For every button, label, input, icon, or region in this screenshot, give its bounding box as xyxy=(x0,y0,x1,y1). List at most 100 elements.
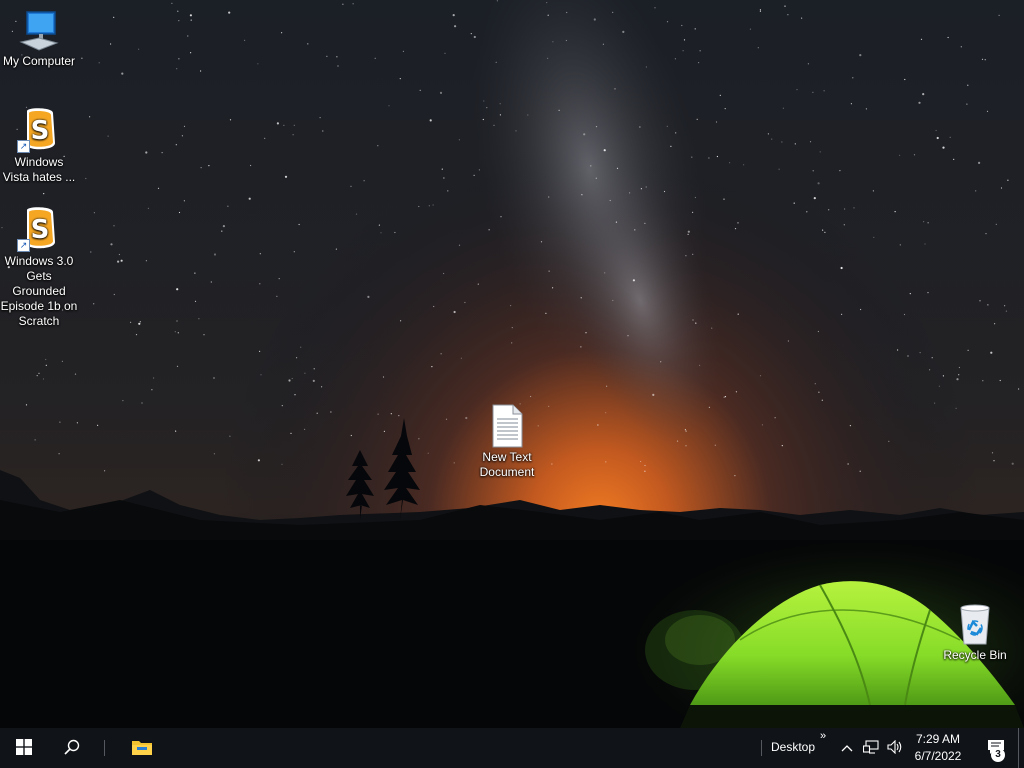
star xyxy=(447,190,449,192)
start-button[interactable] xyxy=(0,728,48,768)
star xyxy=(454,25,457,28)
star xyxy=(639,126,641,128)
recycle-bin-icon xyxy=(955,602,995,646)
desktop-icon-my-computer[interactable]: My Computer xyxy=(0,10,78,69)
star xyxy=(400,320,402,322)
star xyxy=(34,439,36,441)
star xyxy=(200,167,202,169)
show-hidden-icons-button[interactable] xyxy=(838,728,856,768)
star xyxy=(605,412,607,414)
star xyxy=(552,41,554,43)
notification-count-badge: 3 xyxy=(991,748,1005,762)
star xyxy=(935,129,937,132)
star xyxy=(894,211,896,213)
star xyxy=(443,177,445,179)
star xyxy=(920,38,923,40)
star xyxy=(495,61,497,63)
star xyxy=(547,57,549,59)
star xyxy=(602,43,605,45)
star xyxy=(841,313,843,315)
star xyxy=(644,470,646,472)
star xyxy=(1007,179,1009,181)
star xyxy=(483,100,485,102)
desktop-toolbar-label[interactable]: Desktop xyxy=(771,740,815,754)
star xyxy=(814,383,816,385)
star xyxy=(380,232,382,234)
star xyxy=(259,350,261,352)
star xyxy=(473,174,475,176)
star xyxy=(352,3,354,5)
star xyxy=(729,162,731,164)
desktop-icon-new-text-document[interactable]: New Text Document xyxy=(468,404,546,480)
star xyxy=(821,399,823,401)
star xyxy=(743,164,745,166)
taskbar-clock[interactable]: 7:29 AM 6/7/2022 xyxy=(904,731,972,765)
star xyxy=(460,357,462,359)
star xyxy=(998,14,1000,16)
star xyxy=(203,334,205,336)
star xyxy=(714,444,716,446)
star xyxy=(818,391,820,393)
star xyxy=(865,108,868,110)
star xyxy=(330,411,332,413)
star xyxy=(759,9,762,11)
star xyxy=(259,283,261,285)
star xyxy=(660,361,662,363)
star xyxy=(919,352,921,354)
star xyxy=(681,24,683,27)
desktop-icon-recycle-bin[interactable]: Recycle Bin xyxy=(936,602,1014,663)
star xyxy=(394,231,396,234)
star xyxy=(477,283,479,285)
star xyxy=(298,223,300,226)
star xyxy=(464,301,466,304)
star xyxy=(183,200,185,202)
star xyxy=(852,77,854,79)
star xyxy=(1000,187,1003,189)
star xyxy=(74,373,77,375)
file-explorer-button[interactable] xyxy=(118,728,166,768)
star xyxy=(540,241,543,243)
star xyxy=(90,251,92,253)
star xyxy=(382,376,385,378)
star xyxy=(511,342,513,344)
star xyxy=(548,405,550,407)
star xyxy=(991,452,994,454)
volume-button[interactable] xyxy=(884,728,906,768)
star xyxy=(388,105,390,107)
star xyxy=(888,440,890,442)
star xyxy=(515,130,517,132)
star xyxy=(850,103,853,105)
star xyxy=(687,233,689,235)
network-button[interactable] xyxy=(860,728,882,768)
star xyxy=(432,204,434,206)
star xyxy=(110,243,113,246)
star xyxy=(58,453,60,455)
toolbar-overflow-chevron[interactable]: » xyxy=(820,730,826,742)
star xyxy=(1018,388,1020,390)
star xyxy=(452,14,455,17)
star xyxy=(807,63,810,65)
star xyxy=(145,260,147,262)
star xyxy=(439,91,443,94)
star xyxy=(291,377,293,380)
star xyxy=(181,135,183,137)
desktop-icon-windows-3-gets-grounded[interactable]: S ↗ Windows 3.0 Gets Grounded Episode 1b… xyxy=(0,204,78,329)
star xyxy=(967,349,969,351)
search-button[interactable] xyxy=(48,728,96,768)
star xyxy=(259,253,261,255)
star xyxy=(190,52,192,54)
star xyxy=(229,435,231,437)
star xyxy=(145,151,148,154)
star xyxy=(510,305,512,307)
star xyxy=(45,364,47,366)
star xyxy=(793,202,795,204)
desktop-icon-windows-vista-hates[interactable]: S ↗ Windows Vista hates ... xyxy=(0,105,78,185)
star xyxy=(177,332,179,334)
show-desktop-button[interactable] xyxy=(1018,728,1019,768)
star xyxy=(942,375,945,377)
star xyxy=(293,251,295,253)
star xyxy=(873,236,875,238)
star xyxy=(936,136,939,140)
star xyxy=(597,424,599,426)
star xyxy=(994,323,996,325)
